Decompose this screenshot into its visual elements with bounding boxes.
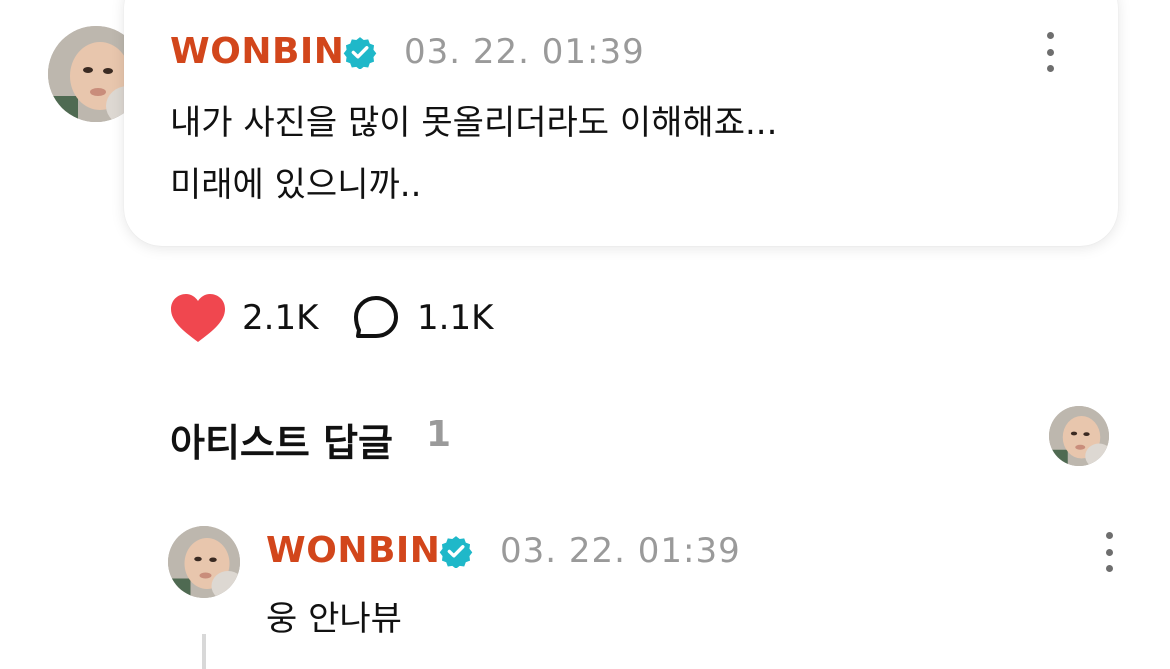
reply-author-name[interactable]: WONBIN xyxy=(266,530,440,571)
reply-timestamp: 03. 22. 01:39 xyxy=(500,531,741,571)
post-text-line-1: 내가 사진을 많이 못올리더라도 이해해죠... xyxy=(170,103,778,143)
artist-avatar-small[interactable] xyxy=(1049,406,1109,466)
thread-line xyxy=(202,634,206,669)
post-text-line-2: 미래에 있으니까.. xyxy=(170,165,422,205)
author-name[interactable]: WONBIN xyxy=(170,31,344,72)
comment-count: 1.1K xyxy=(417,298,494,338)
reply-author-avatar[interactable] xyxy=(168,526,240,598)
like-count: 2.1K xyxy=(242,298,319,338)
baby-photo-icon xyxy=(168,526,240,598)
heart-icon[interactable] xyxy=(170,294,226,344)
speech-bubble-icon[interactable] xyxy=(352,294,400,342)
more-dot-icon xyxy=(1105,548,1113,556)
more-dot-icon xyxy=(1046,32,1054,39)
more-dot-icon xyxy=(1105,532,1113,539)
baby-photo-icon xyxy=(1049,406,1109,466)
more-dot-icon xyxy=(1105,565,1113,572)
artist-replies-title: 아티스트 답글 xyxy=(170,421,393,465)
verified-badge-icon xyxy=(343,37,377,69)
post-timestamp: 03. 22. 01:39 xyxy=(404,32,645,72)
artist-replies-count: 1 xyxy=(426,414,452,455)
post-detail-screen: WONBIN 03. 22. 01:39 내가 사진을 많이 못올리더라도 이해… xyxy=(0,0,1170,669)
verified-badge-icon xyxy=(439,536,473,568)
post-more-button[interactable] xyxy=(1043,32,1057,72)
reply-text: 웅 안나뷰 xyxy=(266,599,402,639)
more-dot-icon xyxy=(1046,48,1054,56)
reply-more-button[interactable] xyxy=(1102,532,1116,572)
more-dot-icon xyxy=(1046,65,1054,72)
